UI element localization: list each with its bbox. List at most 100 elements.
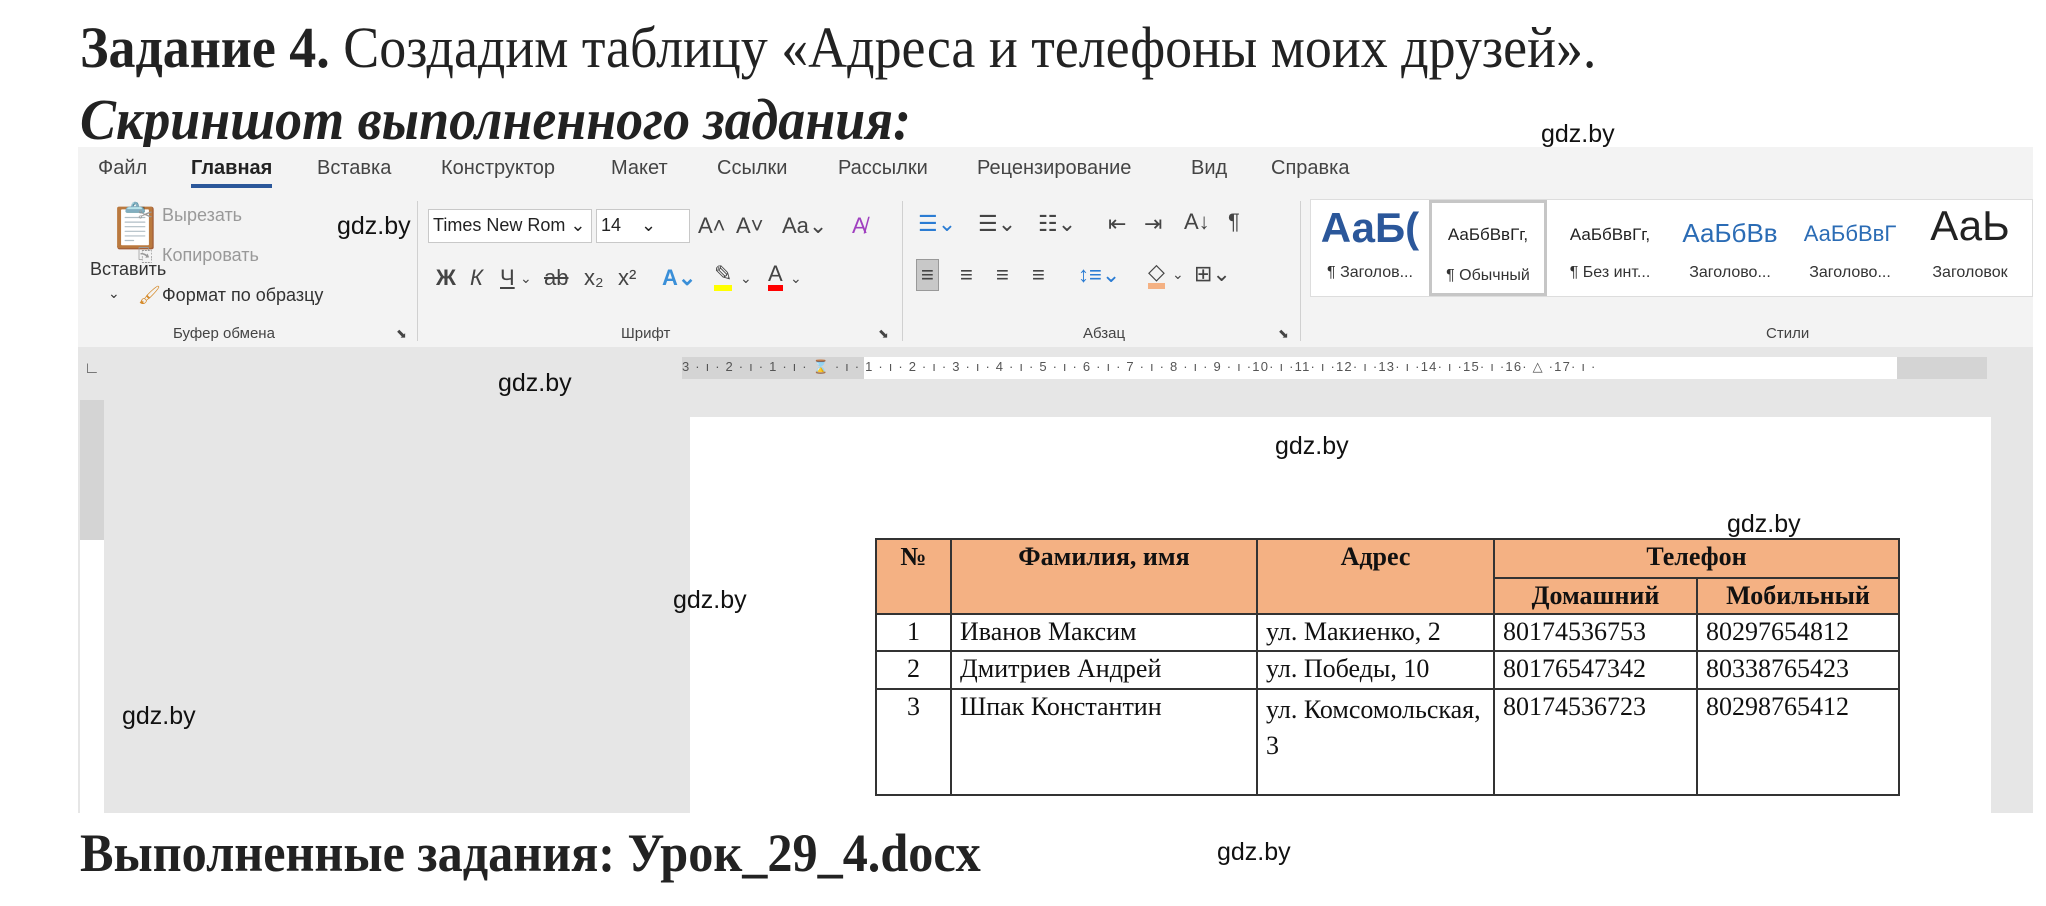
watermark: gdz.by <box>1541 120 1615 148</box>
highlight-icon[interactable]: ✎ <box>714 263 733 291</box>
font-color-dropdown-icon[interactable]: ⌄ <box>790 271 802 285</box>
subscript-icon[interactable]: x₂ <box>584 267 604 289</box>
cell-mobile-phone[interactable]: 80297654812 <box>1696 613 1900 652</box>
cell-number[interactable]: 2 <box>875 650 952 690</box>
decrease-indent-icon[interactable]: ⇤ <box>1108 213 1126 235</box>
dialog-launcher-icon[interactable]: ⬊ <box>1278 327 1289 340</box>
style-heading3[interactable]: АаБбВвГ Заголово... <box>1791 200 1909 296</box>
change-case-button[interactable]: Aa⌄ <box>782 215 827 237</box>
shrink-font-icon[interactable]: A˅ <box>736 215 764 237</box>
copy-icon: ⎘ <box>138 245 153 265</box>
screenshot-subtitle: Скриншот выполненного задания: <box>80 87 911 152</box>
header-phone: Телефон <box>1493 538 1900 579</box>
completed-file-caption: Выполненные задания: Урок_29_4.docx <box>80 823 981 883</box>
font-size-value: 14 <box>601 215 622 235</box>
cell-mobile-phone[interactable]: 80298765412 <box>1696 688 1900 796</box>
underline-button[interactable]: Ч <box>500 267 515 289</box>
shading-dropdown-icon[interactable]: ⌄ <box>1172 267 1184 281</box>
align-left-icon[interactable]: ≡ <box>916 259 939 291</box>
borders-icon[interactable]: ⊞⌄ <box>1194 263 1231 285</box>
task-heading: Задание 4. Создадим таблицу «Адреса и те… <box>80 14 1596 81</box>
tab-home[interactable]: Главная <box>191 157 273 188</box>
cut-icon: ✂ <box>138 205 154 225</box>
horizontal-ruler[interactable]: 3 · ı · 2 · ı · 1 · ı · ⌛ · ı · 1 · ı · … <box>682 357 1987 379</box>
task-text: Создадим таблицу «Адреса и телефоны моих… <box>329 15 1597 80</box>
tab-references[interactable]: Ссылки <box>717 157 787 180</box>
paste-dropdown-icon[interactable]: ⌄ <box>108 285 120 302</box>
strikethrough-icon[interactable]: ab <box>544 267 568 289</box>
line-spacing-icon[interactable]: ↕≡⌄ <box>1078 264 1120 286</box>
style-preview: АаБбВвГг, <box>1447 225 1529 244</box>
paste-icon[interactable]: 📋 <box>108 205 163 249</box>
font-name-select[interactable]: Times New Rom ⌄ <box>428 209 592 243</box>
dialog-launcher-icon[interactable]: ⬊ <box>396 327 407 340</box>
align-right-icon[interactable]: ≡ <box>996 264 1009 286</box>
cell-name[interactable]: Шпак Константин <box>950 688 1258 796</box>
tab-selector-icon[interactable]: ∟ <box>84 360 100 378</box>
bold-button[interactable]: Ж <box>436 267 456 289</box>
bullets-icon[interactable]: ☰⌄ <box>918 213 956 235</box>
tab-review[interactable]: Рецензирование <box>977 157 1131 180</box>
task-number: Задание 4. <box>80 15 330 80</box>
font-color-icon[interactable]: A <box>768 263 783 291</box>
tab-layout[interactable]: Макет <box>611 157 668 180</box>
style-preview: АаБ( <box>1320 204 1420 251</box>
style-heading1[interactable]: АаБ(¶ Заголов... <box>1311 200 1429 296</box>
style-name: Заголово... <box>1809 264 1891 281</box>
cell-address[interactable]: ул. Комсомольская, 3 <box>1256 688 1495 796</box>
tab-help[interactable]: Справка <box>1271 157 1349 180</box>
superscript-icon[interactable]: x² <box>618 267 636 289</box>
separator <box>1300 201 1301 341</box>
style-name: ¶ Без инт... <box>1569 264 1651 281</box>
cut-button[interactable]: Вырезать <box>162 205 242 226</box>
cell-home-phone[interactable]: 80176547342 <box>1493 650 1698 690</box>
tab-insert[interactable]: Вставка <box>317 157 391 180</box>
tab-design[interactable]: Конструктор <box>441 157 555 180</box>
format-painter-button[interactable]: Формат по образцу <box>162 285 323 306</box>
style-no-spacing[interactable]: АаБбВвГг, ¶ Без инт... <box>1551 200 1669 296</box>
cell-name[interactable]: Дмитриев Андрей <box>950 650 1258 690</box>
justify-icon[interactable]: ≡ <box>1032 264 1045 286</box>
style-heading2[interactable]: АаБбВв Заголово... <box>1671 200 1789 296</box>
font-name-value: Times New Rom <box>433 215 566 235</box>
cell-number[interactable]: 1 <box>875 613 952 652</box>
align-center-icon[interactable]: ≡ <box>960 264 973 286</box>
style-name: Заголово... <box>1689 264 1771 281</box>
dialog-launcher-icon[interactable]: ⬊ <box>878 327 889 340</box>
tab-file[interactable]: Файл <box>98 157 147 180</box>
sort-icon[interactable]: A↓ <box>1184 211 1210 233</box>
tab-view[interactable]: Вид <box>1191 157 1227 180</box>
ruler-marks: 3 · ı · 2 · ı · 1 · ı · ⌛ · ı · 1 · ı · … <box>682 359 1597 374</box>
style-normal[interactable]: АаБбВвГг, ¶ Обычный <box>1429 200 1547 296</box>
cell-name[interactable]: Иванов Максим <box>950 613 1258 652</box>
show-marks-icon[interactable]: ¶ <box>1228 211 1240 233</box>
vertical-ruler[interactable] <box>80 400 104 813</box>
highlight-dropdown-icon[interactable]: ⌄ <box>740 271 752 285</box>
cell-home-phone[interactable]: 80174536753 <box>1493 613 1698 652</box>
style-preview: АаБбВв <box>1682 218 1778 248</box>
multilevel-list-icon[interactable]: ☷⌄ <box>1038 213 1076 235</box>
paste-button[interactable]: Вставить <box>90 259 166 280</box>
friends-table[interactable]: № Фамилия, имя Адрес Телефон Домашний Мо… <box>875 538 1900 796</box>
font-size-select[interactable]: 14 ⌄ <box>596 209 690 243</box>
ribbon: Файл Главная Вставка Конструктор Макет С… <box>78 147 2033 347</box>
tab-mailings[interactable]: Рассылки <box>838 157 928 180</box>
table-row: 1 Иванов Максим ул. Макиенко, 2 80174536… <box>875 613 1900 652</box>
style-title[interactable]: АаЬ Заголовок <box>1911 200 2029 296</box>
grow-font-icon[interactable]: A˄ <box>698 215 726 237</box>
change-case-label: Aa <box>782 213 809 238</box>
cell-mobile-phone[interactable]: 80338765423 <box>1696 650 1900 690</box>
style-preview: АаЬ <box>1930 202 2010 249</box>
numbering-icon[interactable]: ☰⌄ <box>978 213 1016 235</box>
underline-dropdown-icon[interactable]: ⌄ <box>520 271 532 285</box>
cell-home-phone[interactable]: 80174536723 <box>1493 688 1698 796</box>
italic-button[interactable]: К <box>470 267 483 289</box>
text-effects-icon[interactable]: A⌄ <box>662 267 696 289</box>
cell-address[interactable]: ул. Победы, 10 <box>1256 650 1495 690</box>
shading-icon[interactable]: ◇ <box>1148 261 1165 289</box>
clear-formatting-icon[interactable]: A̸ <box>852 215 867 237</box>
cell-number[interactable]: 3 <box>875 688 952 796</box>
cell-address[interactable]: ул. Макиенко, 2 <box>1256 613 1495 652</box>
copy-button[interactable]: Копировать <box>162 245 259 266</box>
increase-indent-icon[interactable]: ⇥ <box>1144 213 1162 235</box>
